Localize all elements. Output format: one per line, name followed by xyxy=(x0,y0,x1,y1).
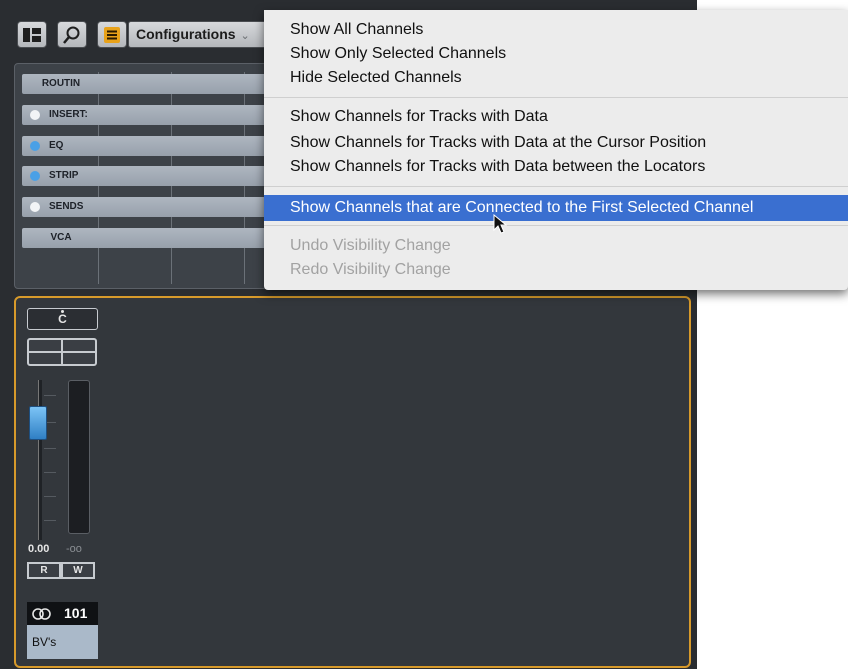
menu-item-label: Show Channels that are Connected to the … xyxy=(290,199,754,216)
menu-separator xyxy=(264,186,848,187)
menu-separator xyxy=(264,97,848,98)
menu-separator xyxy=(264,225,848,226)
write-automation-button[interactable]: W xyxy=(61,562,95,579)
rack-strip[interactable]: STRIP xyxy=(22,166,272,186)
layout-icon xyxy=(23,27,41,42)
volume-readout[interactable]: 0.00 xyxy=(28,543,49,555)
menu-item-tracks-with-data[interactable]: Show Channels for Tracks with Data xyxy=(290,107,548,127)
fader-scale-tick xyxy=(44,395,56,396)
channel-visibility-menu: Show All Channels Show Only Selected Cha… xyxy=(264,10,848,290)
menu-item-tracks-at-cursor[interactable]: Show Channels for Tracks with Data at th… xyxy=(290,133,706,153)
meter-peak-readout[interactable]: -oo xyxy=(66,543,82,555)
chevron-down-icon: ⌄ xyxy=(240,30,250,42)
fader-scale-tick xyxy=(44,520,56,521)
mouse-cursor-icon xyxy=(493,214,507,234)
read-automation-button[interactable]: R xyxy=(27,562,61,579)
volume-fader-handle[interactable] xyxy=(29,406,47,440)
pan-center-dot xyxy=(61,310,64,313)
configurations-dropdown[interactable]: Configurations ⌄ xyxy=(128,21,273,48)
fader-scale-tick xyxy=(44,472,56,473)
rack-eq[interactable]: EQ xyxy=(22,136,272,156)
rack-label: EQ xyxy=(49,140,64,151)
stereo-link-icon xyxy=(32,608,51,620)
search-icon xyxy=(63,26,80,44)
level-meter xyxy=(68,380,90,534)
channel-number-bar: 101 xyxy=(27,602,98,625)
fader-scale-tick xyxy=(44,448,56,449)
menu-item-redo-visibility[interactable]: Redo Visibility Change xyxy=(290,260,451,280)
menu-item-show-only-selected[interactable]: Show Only Selected Channels xyxy=(290,44,506,64)
menu-item-tracks-between-locators[interactable]: Show Channels for Tracks with Data betwe… xyxy=(290,157,705,177)
configurations-label: Configurations xyxy=(136,26,236,42)
pan-value: C xyxy=(58,312,67,326)
mixer-channel-area xyxy=(14,296,691,668)
rack-label: ROUTIN xyxy=(41,78,81,89)
rack-inserts[interactable]: INSERT: xyxy=(22,105,272,125)
rack-label: VCA xyxy=(50,232,72,243)
menu-item-connected-to-selected[interactable]: Show Channels that are Connected to the … xyxy=(264,195,848,221)
mute-solo-buttons[interactable] xyxy=(27,338,97,366)
rack-label: STRIP xyxy=(49,170,79,181)
menu-item-hide-selected[interactable]: Hide Selected Channels xyxy=(290,68,462,88)
rack-label: SENDS xyxy=(49,201,84,212)
channel-name-field[interactable]: BV's xyxy=(27,625,98,659)
fader-scale-tick xyxy=(44,496,56,497)
channel-number: 101 xyxy=(64,605,88,621)
menu-item-show-all[interactable]: Show All Channels xyxy=(290,20,423,40)
configurations-icon xyxy=(104,26,120,43)
rack-sends[interactable]: SENDS xyxy=(22,197,272,217)
rack-vca[interactable]: VCA xyxy=(22,228,272,248)
rack-label: INSERT: xyxy=(49,109,88,120)
layout-button[interactable] xyxy=(17,21,47,48)
configurations-menu-button[interactable] xyxy=(97,21,127,48)
rack-routing[interactable]: ROUTIN xyxy=(22,74,272,94)
menu-item-undo-visibility[interactable]: Undo Visibility Change xyxy=(290,236,451,256)
fader-track[interactable] xyxy=(38,380,42,540)
search-button[interactable] xyxy=(57,21,87,48)
